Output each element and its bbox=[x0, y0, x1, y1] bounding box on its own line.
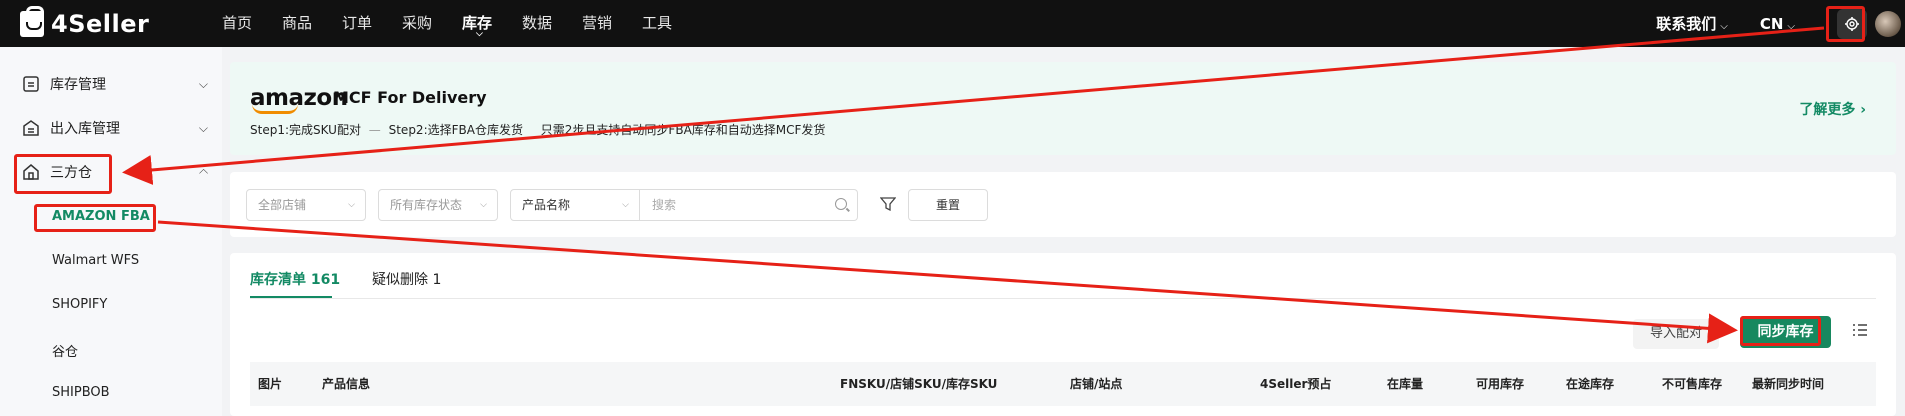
sidebar-sub-walmart-wfs[interactable]: Walmart WFS bbox=[52, 253, 139, 268]
banner-step2: Step2:选择FBA仓库发货 bbox=[388, 123, 523, 137]
chevron-down-icon: ⌵ bbox=[480, 200, 487, 210]
mcf-banner: amazon MCF For Delivery Step1:完成SKU配对 — … bbox=[230, 62, 1896, 155]
nav-item-purchase[interactable]: 采购 bbox=[402, 0, 462, 47]
brand-name: 4Seller bbox=[51, 9, 150, 38]
sidebar-item-label: 库存管理 bbox=[50, 77, 106, 93]
learn-more-label: 了解更多 bbox=[1799, 102, 1856, 118]
chevron-down-icon: ⌵ bbox=[622, 200, 629, 210]
nav-item-products[interactable]: 商品 bbox=[282, 0, 342, 47]
nav-item-orders[interactable]: 订单 bbox=[342, 0, 402, 47]
col-unsellable: 不可售库存 bbox=[1662, 377, 1723, 391]
tab-suspected-deleted[interactable]: 疑似删除 1 bbox=[372, 269, 441, 289]
chevron-down-icon: ⌵ bbox=[476, 29, 483, 39]
chevron-down-icon: ⌵ bbox=[198, 120, 208, 135]
sidebar: 库存管理 ⌵ 出入库管理 ⌵ 三方仓 ⌵ AMAZON FBA Walmart … bbox=[0, 47, 222, 416]
tab-count: 1 bbox=[432, 272, 442, 288]
stock-status-value: 所有库存状态 bbox=[390, 198, 463, 212]
contact-us-menu[interactable]: 联系我们 ⌵ bbox=[1656, 13, 1728, 34]
store-select[interactable]: 全部店铺 ⌵ bbox=[246, 189, 366, 221]
contact-us-label: 联系我们 bbox=[1656, 15, 1717, 33]
search-icon bbox=[835, 198, 847, 210]
avatar[interactable] bbox=[1875, 10, 1901, 37]
learn-more-link[interactable]: 了解更多 › bbox=[1799, 99, 1866, 119]
sidebar-sub-shopify[interactable]: SHOPIFY bbox=[52, 297, 107, 312]
settings-button[interactable] bbox=[1837, 8, 1867, 39]
brand-logo[interactable]: 4Seller bbox=[20, 5, 200, 38]
shopping-bag-icon bbox=[20, 5, 44, 37]
chevron-down-icon: ⌵ bbox=[1720, 21, 1728, 32]
tab-count: 161 bbox=[310, 272, 341, 288]
search-input[interactable]: 搜索 bbox=[640, 189, 858, 221]
filter-bar: 全部店铺 ⌵ 所有库存状态 ⌵ 产品名称 ⌵ 搜索 重置 bbox=[230, 172, 1896, 237]
sidebar-item-label: 三方仓 bbox=[50, 165, 92, 181]
sidebar-item-inventory-management[interactable]: 库存管理 ⌵ bbox=[22, 74, 208, 94]
tab-divider bbox=[250, 298, 1876, 299]
tab-label: 库存清单 bbox=[250, 272, 306, 288]
top-right-actions: 联系我们 ⌵ CN ⌵ bbox=[1656, 0, 1905, 47]
nav-item-inventory[interactable]: 库存 ⌵ bbox=[462, 0, 522, 47]
banner-note: 只需2步且支持自动同步FBA库存和自动选择MCF发货 bbox=[540, 123, 826, 137]
store-select-value: 全部店铺 bbox=[258, 198, 307, 212]
col-store-site: 店铺/站点 bbox=[1070, 377, 1123, 391]
col-4seller-reserved: 4Seller预占 bbox=[1260, 377, 1332, 391]
col-in-transit: 在途库存 bbox=[1566, 377, 1615, 391]
inventory-card: 库存清单 161 疑似删除 1 导入配对 同步库存 图片 产品信息 FNSKU/… bbox=[230, 253, 1896, 416]
chevron-down-icon: ⌵ bbox=[1787, 20, 1795, 32]
sidebar-sub-amazon-fba[interactable]: AMAZON FBA bbox=[52, 209, 150, 224]
inout-icon bbox=[23, 120, 39, 136]
inventory-icon bbox=[23, 76, 39, 92]
step-divider: — bbox=[368, 123, 381, 137]
tab-inventory-list[interactable]: 库存清单 161 bbox=[250, 269, 340, 289]
nav-item-home[interactable]: 首页 bbox=[222, 0, 282, 47]
sidebar-item-inout-management[interactable]: 出入库管理 ⌵ bbox=[22, 118, 208, 138]
table-header: 图片 产品信息 FNSKU/店铺SKU/库存SKU 店铺/站点 4Seller预… bbox=[250, 362, 1876, 406]
search-placeholder: 搜索 bbox=[652, 198, 677, 212]
nav-item-tools[interactable]: 工具 bbox=[642, 0, 702, 47]
banner-steps: Step1:完成SKU配对 — Step2:选择FBA仓库发货 只需2步且支持自… bbox=[250, 121, 825, 138]
search-field-select[interactable]: 产品名称 ⌵ bbox=[510, 189, 640, 221]
column-settings-icon[interactable] bbox=[1852, 323, 1868, 337]
chevron-right-icon: › bbox=[1860, 102, 1866, 118]
gear-icon bbox=[1845, 16, 1859, 31]
import-pairing-button[interactable]: 导入配对 bbox=[1633, 319, 1719, 349]
col-image: 图片 bbox=[258, 377, 283, 391]
banner-title: MCF For Delivery bbox=[333, 88, 487, 107]
col-product-info: 产品信息 bbox=[322, 377, 371, 391]
stock-status-select[interactable]: 所有库存状态 ⌵ bbox=[378, 189, 498, 221]
chevron-up-icon: ⌵ bbox=[198, 165, 208, 180]
col-on-hand: 在库量 bbox=[1387, 377, 1424, 391]
tab-label: 疑似删除 bbox=[372, 272, 428, 288]
warehouse-icon bbox=[23, 164, 39, 180]
chevron-down-icon: ⌵ bbox=[348, 200, 355, 210]
col-last-sync: 最新同步时间 bbox=[1752, 377, 1825, 391]
sidebar-sub-gucang[interactable]: 谷仓 bbox=[52, 341, 78, 360]
language-menu[interactable]: CN ⌵ bbox=[1760, 15, 1795, 33]
reset-button[interactable]: 重置 bbox=[908, 189, 988, 221]
col-fnsku: FNSKU/店铺SKU/库存SKU bbox=[840, 377, 998, 391]
chevron-down-icon: ⌵ bbox=[198, 76, 208, 91]
main-nav: 首页 商品 订单 采购 库存 ⌵ 数据 营销 工具 bbox=[222, 0, 702, 47]
col-available: 可用库存 bbox=[1476, 377, 1525, 391]
top-nav-bar: 4Seller 首页 商品 订单 采购 库存 ⌵ 数据 营销 工具 联系我们 ⌵ … bbox=[0, 0, 1905, 47]
search-field-value: 产品名称 bbox=[522, 198, 571, 212]
sync-inventory-button[interactable]: 同步库存 bbox=[1740, 316, 1831, 348]
nav-item-data[interactable]: 数据 bbox=[522, 0, 582, 47]
sidebar-item-third-party-warehouse[interactable]: 三方仓 ⌵ bbox=[22, 162, 208, 182]
sidebar-sub-shipbob[interactable]: SHIPBOB bbox=[52, 385, 110, 400]
nav-item-marketing[interactable]: 营销 bbox=[582, 0, 642, 47]
language-label: CN bbox=[1759, 14, 1784, 33]
amazon-smile-icon bbox=[252, 104, 298, 114]
sidebar-item-label: 出入库管理 bbox=[50, 121, 120, 137]
filter-icon[interactable] bbox=[880, 196, 896, 212]
banner-step1: Step1:完成SKU配对 bbox=[250, 123, 361, 137]
